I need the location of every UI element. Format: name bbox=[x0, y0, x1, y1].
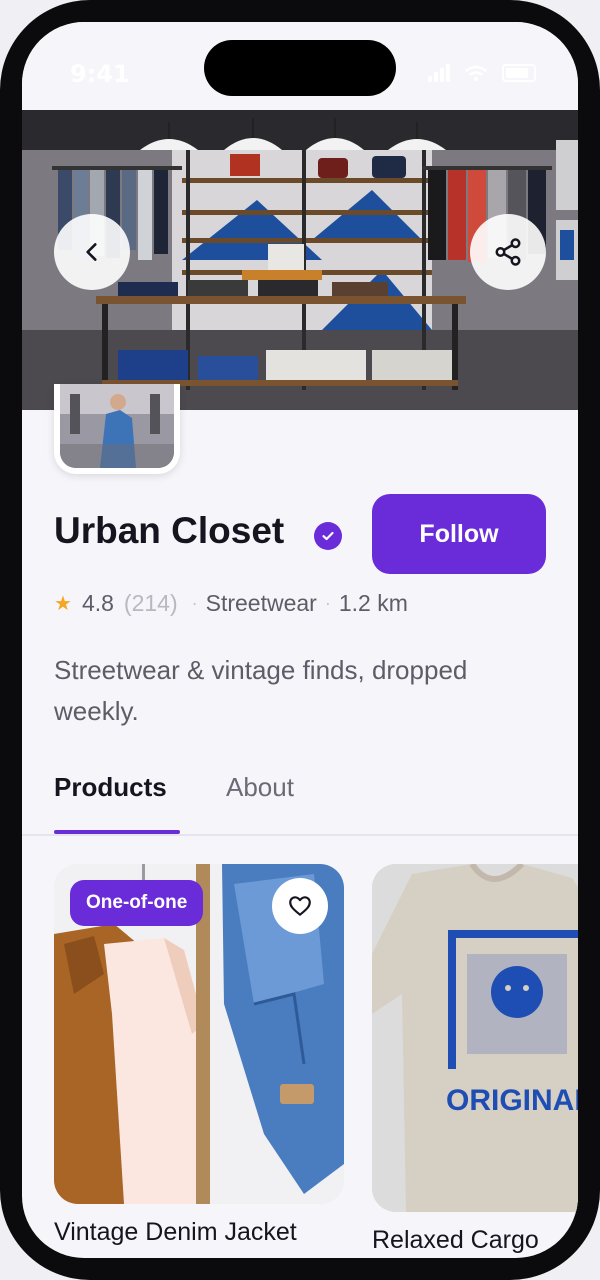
product-card[interactable]: One-of-one bbox=[54, 864, 344, 1204]
store-distance: 1.2 km bbox=[338, 590, 408, 616]
battery-icon bbox=[502, 64, 536, 82]
store-meta-row: ★ 4.8 (214) · Streetwear · 1.2 km bbox=[54, 590, 408, 617]
store-tabs: Products About bbox=[22, 762, 578, 836]
store-name: Urban Closet bbox=[54, 510, 285, 551]
favorite-button[interactable] bbox=[272, 878, 328, 934]
heart-icon bbox=[289, 896, 311, 916]
status-icons bbox=[428, 64, 536, 82]
back-button[interactable] bbox=[54, 214, 130, 290]
product-card[interactable]: ORIGINAL bbox=[372, 864, 578, 1212]
rating-value: 4.8 bbox=[81, 590, 114, 616]
share-button[interactable] bbox=[470, 214, 546, 290]
dynamic-island bbox=[204, 40, 396, 96]
product-image: ORIGINAL bbox=[372, 864, 578, 1212]
cellular-signal-icon bbox=[428, 64, 450, 82]
separator-dot: · bbox=[191, 593, 198, 613]
store-description: Streetwear & vintage finds, dropped week… bbox=[54, 655, 468, 726]
follow-button[interactable]: Follow bbox=[372, 494, 546, 574]
star-icon: ★ bbox=[54, 593, 72, 615]
verified-check-icon bbox=[314, 522, 342, 550]
product-name[interactable]: Relaxed Cargo bbox=[372, 1226, 578, 1255]
status-bar: 9:41 bbox=[22, 22, 578, 110]
store-avatar-image bbox=[60, 384, 174, 468]
chevron-left-icon bbox=[86, 243, 97, 261]
one-of-one-badge: One-of-one bbox=[70, 880, 204, 926]
separator-dot: · bbox=[324, 593, 331, 613]
phone-frame: 9:41 Urban Closet Follow ★ 4.8 (214) · S… bbox=[0, 0, 600, 1280]
share-icon bbox=[495, 238, 521, 266]
store-avatar bbox=[54, 384, 180, 474]
wifi-icon bbox=[465, 65, 487, 81]
active-tab-indicator bbox=[54, 830, 180, 834]
svg-text:ORIGINAL: ORIGINAL bbox=[446, 1084, 578, 1117]
screen: 9:41 Urban Closet Follow ★ 4.8 (214) · S… bbox=[22, 22, 578, 1258]
status-time: 9:41 bbox=[70, 60, 130, 88]
product-name[interactable]: Vintage Denim Jacket bbox=[54, 1218, 297, 1247]
tab-about[interactable]: About bbox=[226, 772, 294, 803]
store-category: Streetwear bbox=[205, 590, 317, 616]
review-count[interactable]: (214) bbox=[124, 590, 178, 617]
tab-products[interactable]: Products bbox=[54, 772, 167, 803]
